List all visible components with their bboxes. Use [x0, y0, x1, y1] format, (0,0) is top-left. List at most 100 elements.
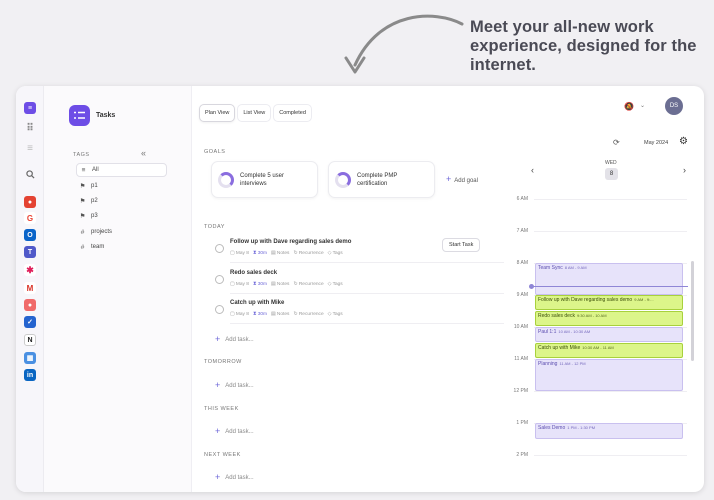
tag-icon: ◇	[327, 251, 332, 256]
task-notes[interactable]: Notes	[277, 312, 290, 317]
google-icon[interactable]: G	[24, 212, 36, 224]
today-header: TODAY	[204, 224, 225, 230]
task-date: May 8	[235, 312, 249, 317]
add-task-button[interactable]: + Add task...	[215, 333, 254, 344]
event-title: Paul 1:1	[538, 329, 557, 335]
teams-icon[interactable]: T	[24, 246, 36, 258]
calendar-event[interactable]: Catch up with Mike 10:30 AM - 11 AM	[535, 343, 683, 358]
marketing-headline: Meet your all-new work experience, desig…	[470, 18, 697, 75]
add-task-button[interactable]: + Add task...	[215, 425, 254, 436]
calendar-event[interactable]: Planning 11 AM - 12 PM	[535, 359, 683, 391]
tab-plan-view[interactable]: Plan View	[199, 104, 236, 122]
add-task-button[interactable]: + Add task...	[215, 471, 254, 482]
sidebar-item-p1[interactable]: ⚑ p1	[76, 179, 167, 193]
task-notes[interactable]: Notes	[277, 251, 290, 256]
tasks-app-icon[interactable]: ≡	[24, 102, 36, 114]
task-meta: ▢ May 8 ⧗ 30m ▤ Notes ↻ Recurrence ◇ Tag…	[230, 250, 343, 256]
calendar-event[interactable]: Team Sync 8 AM - 9 AM	[535, 263, 683, 295]
microsoft-todo-icon[interactable]: ✓	[24, 316, 36, 328]
calendar-event[interactable]: Paul 1:1 10 AM - 10:30 AM	[535, 327, 683, 342]
goal-card[interactable]: Complete 5 user interviews	[211, 161, 318, 198]
add-goal-button[interactable]: + Add goal	[446, 174, 478, 184]
task-tags[interactable]: Tags	[333, 251, 343, 256]
sidebar: Tasks TAGS « ≡ All ⚑ p1 ⚑ p2 ⚑ p3 # proj…	[44, 86, 192, 492]
sidebar-item-label: team	[91, 244, 105, 250]
list-icon: ≡	[81, 166, 86, 174]
notes-icon: ▤	[271, 312, 276, 317]
tab-list-view[interactable]: List View	[237, 104, 272, 122]
task-recurrence[interactable]: Recurrence	[299, 251, 324, 256]
next-week-header: NEXT WEEK	[204, 452, 241, 458]
progress-ring-icon	[335, 172, 351, 188]
sidebar-item-p2[interactable]: ⚑ p2	[76, 194, 167, 208]
task-tags[interactable]: Tags	[333, 282, 343, 287]
task-recurrence[interactable]: Recurrence	[299, 282, 324, 287]
calendar-icon: ▢	[230, 312, 235, 317]
todoist-icon[interactable]: ●	[24, 196, 36, 208]
plus-icon: +	[215, 426, 221, 436]
recurrence-icon: ↻	[293, 282, 298, 287]
task-notes[interactable]: Notes	[277, 282, 290, 287]
calendar-event[interactable]: Redo sales deck 9:30 AM - 10 AM	[535, 311, 683, 326]
event-time: 8 AM - 9 AM	[564, 265, 587, 270]
next-day-chevron-icon[interactable]: ›	[683, 165, 686, 175]
menu-icon[interactable]: ≡	[24, 142, 36, 154]
task-title: Redo sales deck	[230, 270, 278, 276]
collapse-sidebar-icon[interactable]: «	[141, 148, 146, 158]
view-tabs: Plan View List View Completed	[199, 104, 312, 122]
linkedin-icon[interactable]: in	[24, 369, 36, 381]
goals-header: GOALS	[204, 149, 226, 155]
sidebar-item-label: All	[92, 167, 99, 173]
outlook-icon[interactable]: O	[24, 229, 36, 241]
refresh-icon[interactable]: ⟳	[613, 138, 620, 147]
calendar-scrollbar[interactable]	[691, 261, 694, 361]
hourglass-icon: ⧗	[252, 312, 257, 317]
search-icon[interactable]	[24, 168, 36, 180]
task-tags[interactable]: Tags	[333, 312, 343, 317]
chevron-down-icon[interactable]: ⌄	[640, 102, 645, 109]
start-task-button[interactable]: Start Task	[442, 238, 481, 252]
calendar-app-icon[interactable]: ▦	[24, 352, 36, 364]
task-duration[interactable]: 30m	[258, 312, 267, 317]
app-name: Tasks	[96, 112, 116, 119]
asana-icon[interactable]: ●	[24, 299, 36, 311]
sidebar-item-p3[interactable]: ⚑ p3	[76, 209, 167, 223]
add-task-button[interactable]: + Add task...	[215, 379, 254, 390]
task-date: May 8	[235, 251, 249, 256]
goal-title-line: Complete PMP	[357, 173, 398, 179]
calendar-event[interactable]: Follow up with Dave regarding sales demo…	[535, 295, 683, 310]
goal-title-line: interviews	[240, 181, 267, 187]
task-checkbox[interactable]	[215, 305, 224, 314]
plus-icon: +	[215, 472, 221, 482]
task-checkbox[interactable]	[215, 275, 224, 284]
sidebar-item-all[interactable]: ≡ All	[76, 163, 167, 177]
current-time-dot	[529, 284, 534, 289]
gmail-icon[interactable]: M	[24, 282, 36, 294]
task-recurrence[interactable]: Recurrence	[299, 312, 324, 317]
notion-icon[interactable]: N	[24, 334, 36, 346]
hour-label: 9 AM	[516, 292, 528, 298]
tag-icon: ◇	[327, 282, 332, 287]
flag-icon: ⚑	[79, 198, 86, 205]
flag-icon: ⚑	[79, 183, 86, 190]
grid-icon[interactable]: ⠿	[24, 122, 36, 134]
event-title: Follow up with Dave regarding sales demo	[538, 297, 633, 303]
task-duration[interactable]: 30m	[258, 282, 267, 287]
prev-day-chevron-icon[interactable]: ‹	[531, 165, 534, 175]
hourglass-icon: ⧗	[252, 282, 257, 287]
task-title: Follow up with Dave regarding sales demo	[230, 239, 352, 245]
task-duration[interactable]: 30m	[258, 251, 267, 256]
plus-icon: +	[215, 380, 221, 390]
sidebar-item-projects[interactable]: # projects	[76, 225, 167, 239]
goal-card[interactable]: Complete PMP certification	[328, 161, 435, 198]
sidebar-item-team[interactable]: # team	[76, 240, 167, 254]
slack-icon[interactable]: ✱	[24, 264, 36, 276]
app-rail: ≡ ⠿ ≡ ● G O T ✱ M ● ✓ N ▦ in	[16, 86, 44, 492]
tab-completed[interactable]: Completed	[273, 104, 312, 122]
settings-gear-icon[interactable]: ⚙	[679, 136, 688, 147]
notifications-muted-icon[interactable]: 🔕	[624, 102, 634, 111]
calendar-day-number[interactable]: 8	[605, 168, 618, 180]
calendar-event[interactable]: Sales Demo 1 PM - 1:30 PM	[535, 423, 683, 439]
task-checkbox[interactable]	[215, 244, 224, 253]
avatar[interactable]: DS	[665, 97, 683, 115]
